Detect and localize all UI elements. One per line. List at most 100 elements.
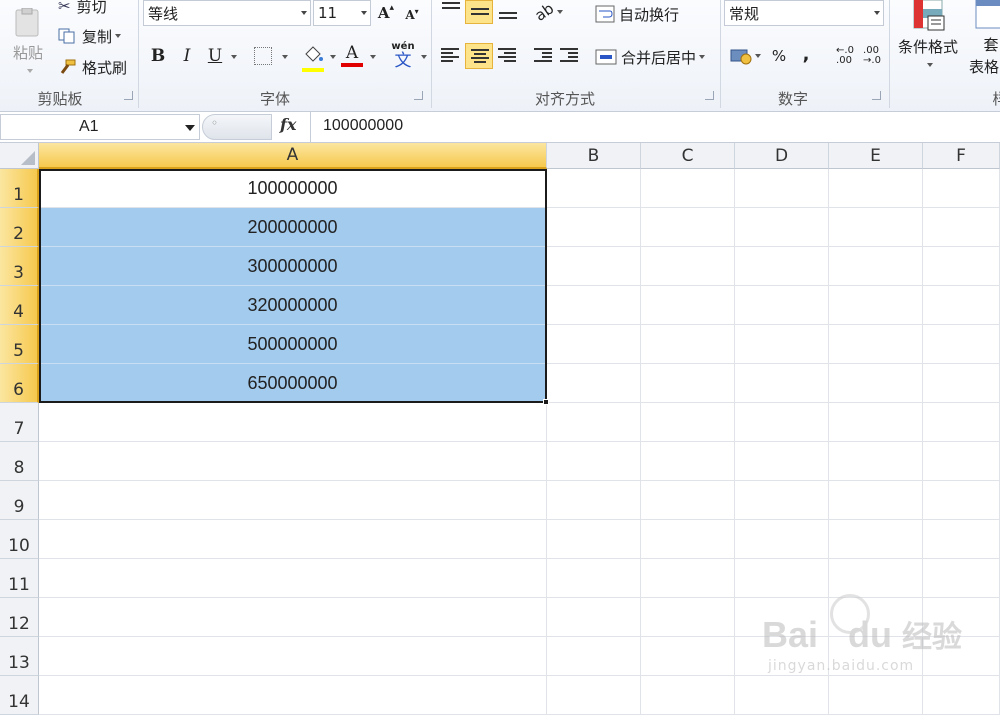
number-launcher-icon[interactable] <box>872 91 881 100</box>
format-as-table-button[interactable]: 套 表格 <box>962 0 1000 80</box>
name-box-dropdown-icon[interactable] <box>185 125 195 131</box>
cell-c6[interactable] <box>641 364 735 403</box>
cell-d6[interactable] <box>735 364 829 403</box>
cut-button[interactable]: ✂ 剪切 <box>58 0 107 16</box>
row-header-8[interactable]: 8 <box>0 442 39 481</box>
cell-a1[interactable]: 100000000 <box>39 169 547 208</box>
row-header-6[interactable]: 6 <box>0 364 39 403</box>
align-bottom-button[interactable] <box>495 0 521 24</box>
cell-f1[interactable] <box>923 169 1000 208</box>
row-header-13[interactable]: 13 <box>0 637 39 676</box>
cell-b4[interactable] <box>547 286 641 325</box>
row-header-10[interactable]: 10 <box>0 520 39 559</box>
copy-button[interactable]: 复制 <box>58 26 122 46</box>
orientation-button[interactable]: ab <box>532 0 566 25</box>
conditional-formatting-button[interactable]: 条件格式 <box>893 0 963 78</box>
fill-color-button[interactable] <box>302 44 324 72</box>
cell-f5[interactable] <box>923 325 1000 364</box>
cell-b5[interactable] <box>547 325 641 364</box>
align-top-button[interactable] <box>438 0 464 22</box>
row-header-3[interactable]: 3 <box>0 247 39 286</box>
cell-d11[interactable] <box>735 559 829 598</box>
paste-dropdown-icon[interactable] <box>26 68 33 73</box>
cell-b2[interactable] <box>547 208 641 247</box>
column-header-c[interactable]: C <box>641 143 735 169</box>
cell-c5[interactable] <box>641 325 735 364</box>
cell-e4[interactable] <box>829 286 923 325</box>
cell-f10[interactable] <box>923 520 1000 559</box>
cell-d8[interactable] <box>735 442 829 481</box>
borders-button[interactable] <box>254 47 272 65</box>
decrease-indent-button[interactable] <box>532 44 554 68</box>
cell-f11[interactable] <box>923 559 1000 598</box>
cell-a8[interactable] <box>39 442 547 481</box>
cell-e3[interactable] <box>829 247 923 286</box>
cell-b13[interactable] <box>547 637 641 676</box>
cell-c9[interactable] <box>641 481 735 520</box>
align-center-button[interactable] <box>465 43 493 69</box>
cell-e2[interactable] <box>829 208 923 247</box>
cell-f8[interactable] <box>923 442 1000 481</box>
align-left-button[interactable] <box>438 44 462 68</box>
column-header-a[interactable]: A <box>39 143 547 169</box>
fill-handle[interactable] <box>543 399 549 405</box>
cell-a14[interactable] <box>39 676 547 715</box>
cell-e10[interactable] <box>829 520 923 559</box>
comma-style-button[interactable]: , <box>796 42 816 66</box>
wrap-text-button[interactable]: 自动换行 <box>595 2 679 26</box>
cell-a9[interactable] <box>39 481 547 520</box>
cell-b12[interactable] <box>547 598 641 637</box>
cell-a10[interactable] <box>39 520 547 559</box>
insert-function-button[interactable]: fx <box>280 115 306 139</box>
column-header-e[interactable]: E <box>829 143 923 169</box>
row-header-11[interactable]: 11 <box>0 559 39 598</box>
cell-a7[interactable] <box>39 403 547 442</box>
cell-a3[interactable]: 300000000 <box>39 247 547 286</box>
cell-c7[interactable] <box>641 403 735 442</box>
cell-a12[interactable] <box>39 598 547 637</box>
cell-f9[interactable] <box>923 481 1000 520</box>
copy-dropdown-icon[interactable] <box>115 34 122 38</box>
font-color-button[interactable]: A <box>341 43 363 69</box>
cell-e8[interactable] <box>829 442 923 481</box>
cell-d2[interactable] <box>735 208 829 247</box>
formula-input[interactable]: 100000000 <box>310 112 1000 142</box>
cell-f4[interactable] <box>923 286 1000 325</box>
cell-d5[interactable] <box>735 325 829 364</box>
row-header-7[interactable]: 7 <box>0 403 39 442</box>
cell-c12[interactable] <box>641 598 735 637</box>
grow-font-button[interactable]: A ▴ <box>375 2 397 24</box>
cell-a2[interactable]: 200000000 <box>39 208 547 247</box>
name-box[interactable]: A1 <box>0 114 200 140</box>
row-header-9[interactable]: 9 <box>0 481 39 520</box>
cell-e6[interactable] <box>829 364 923 403</box>
cell-e1[interactable] <box>829 169 923 208</box>
select-all-button[interactable] <box>0 143 39 169</box>
cell-f6[interactable] <box>923 364 1000 403</box>
column-header-f[interactable]: F <box>923 143 1000 169</box>
cell-b1[interactable] <box>547 169 641 208</box>
cell-a13[interactable] <box>39 637 547 676</box>
cell-d1[interactable] <box>735 169 829 208</box>
cell-a5[interactable]: 500000000 <box>39 325 547 364</box>
cell-e7[interactable] <box>829 403 923 442</box>
cell-e9[interactable] <box>829 481 923 520</box>
cell-c10[interactable] <box>641 520 735 559</box>
cell-d9[interactable] <box>735 481 829 520</box>
cell-c3[interactable] <box>641 247 735 286</box>
font-size-combo[interactable]: 11 <box>313 0 371 26</box>
decrease-decimal-button[interactable]: .00 →.0 <box>860 44 884 68</box>
underline-button[interactable]: U <box>204 44 226 68</box>
cell-c2[interactable] <box>641 208 735 247</box>
bold-button[interactable]: B <box>147 44 169 68</box>
font-launcher-icon[interactable] <box>414 91 423 100</box>
underline-dropdown-icon[interactable] <box>231 55 237 59</box>
row-header-1[interactable]: 1 <box>0 169 39 208</box>
cell-a4[interactable]: 320000000 <box>39 286 547 325</box>
increase-decimal-button[interactable]: ←.0.00 <box>833 44 857 68</box>
cell-b7[interactable] <box>547 403 641 442</box>
cell-b11[interactable] <box>547 559 641 598</box>
paste-button[interactable]: 粘贴 <box>4 0 52 80</box>
formula-bar-splitter[interactable]: ◦ <box>202 114 272 140</box>
number-format-combo[interactable]: 常规 <box>724 0 884 26</box>
